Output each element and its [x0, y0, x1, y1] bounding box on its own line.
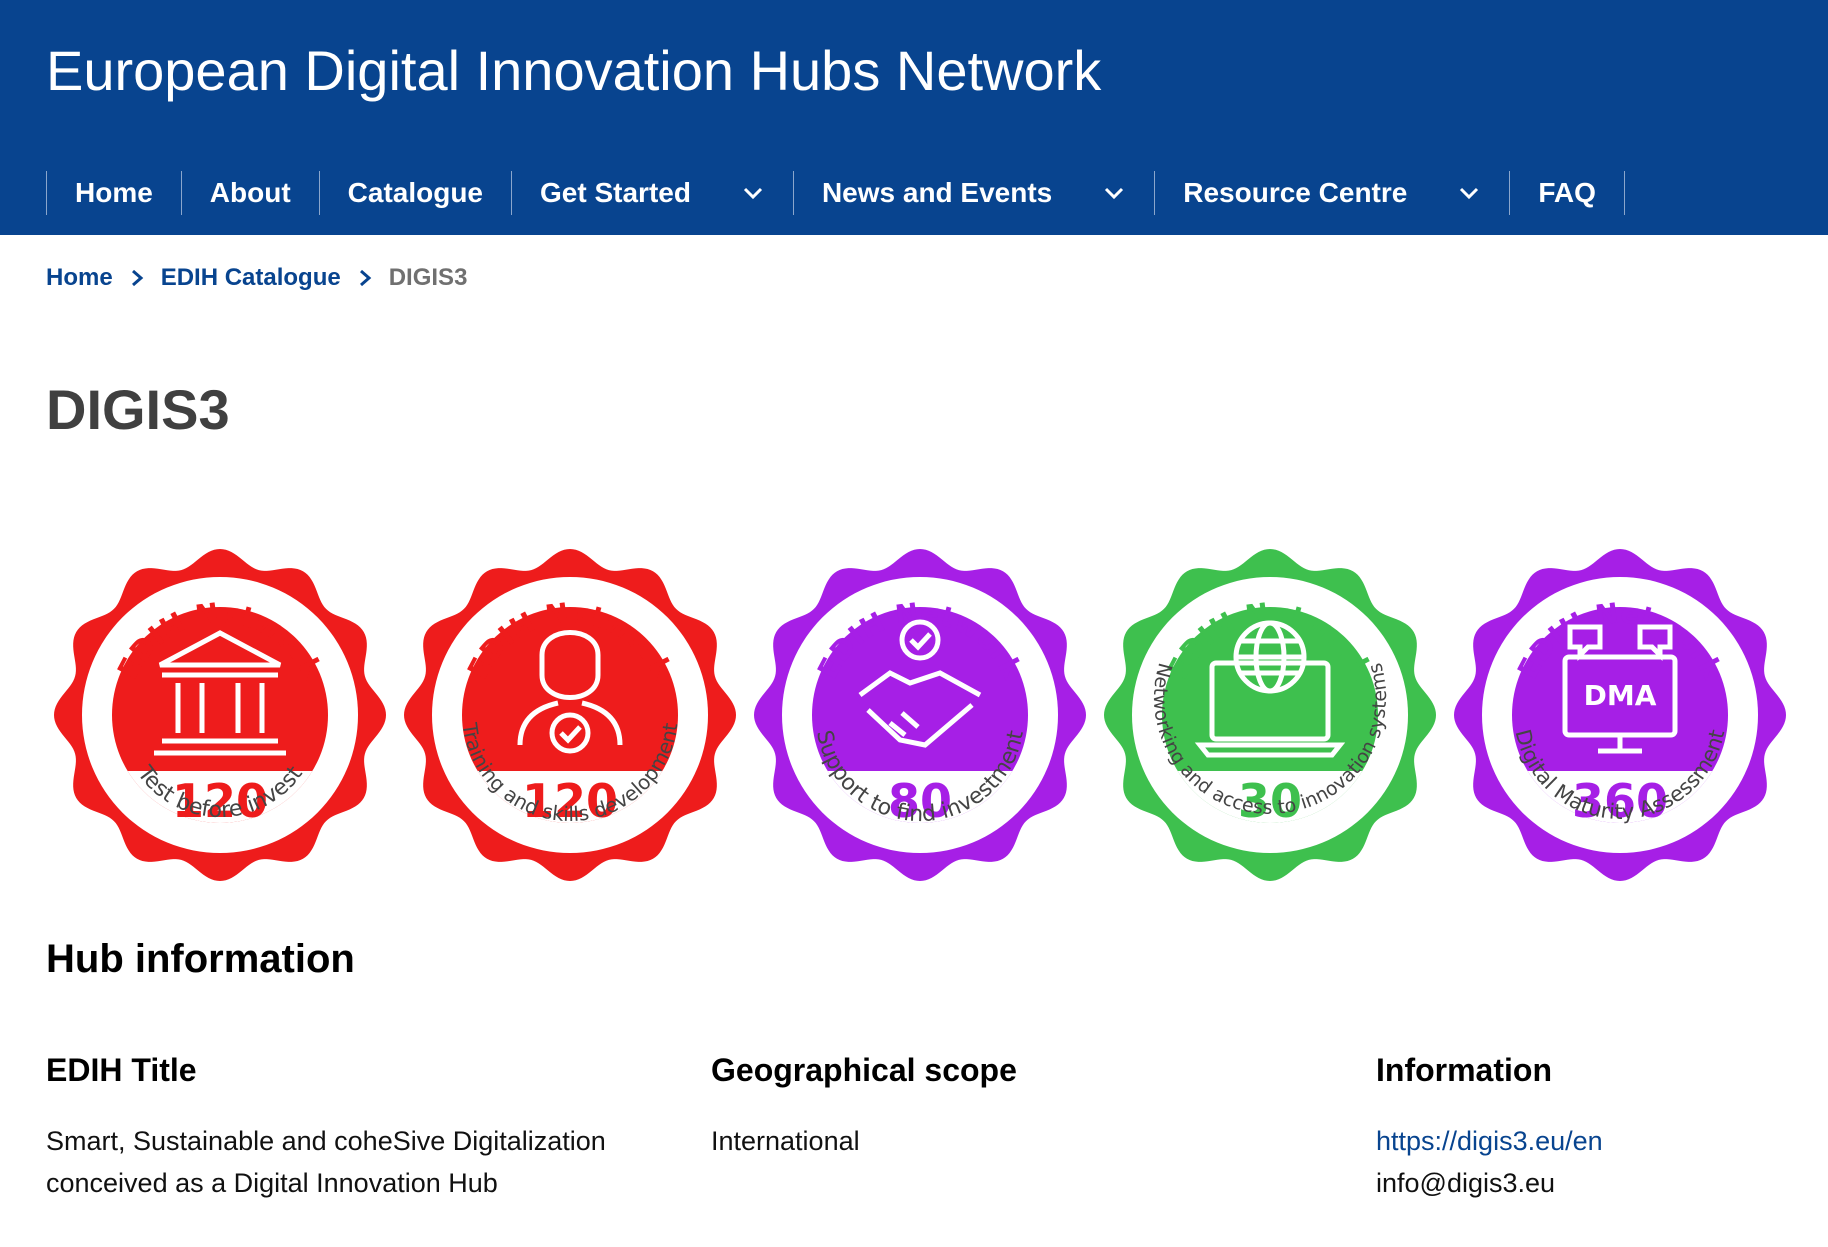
edih-title-block: EDIH Title Smart, Sustainable and coheSi…: [46, 1050, 666, 1204]
nav-label: News and Events: [821, 177, 1053, 208]
edih-title-line: conceived as a Digital Innovation Hub: [46, 1168, 498, 1198]
website-link[interactable]: https://digis3.eu/en: [1376, 1120, 1816, 1162]
site-header: European Digital Innovation Hubs Network…: [0, 0, 1828, 235]
chevron-down-icon[interactable]: [1457, 181, 1481, 205]
chevron-right-icon: [131, 269, 143, 287]
chevron-down-icon[interactable]: [1102, 181, 1126, 205]
hub-info-title: Hub information: [46, 937, 355, 981]
email-text[interactable]: info@digis3.eu: [1376, 1162, 1816, 1204]
breadcrumb-current: DIGIS3: [388, 264, 468, 291]
information-value: https://digis3.eu/en info@digis3.eu: [1376, 1120, 1816, 1204]
service-badges: EDIH Network 120 Test before invest EDIH…: [50, 545, 1790, 890]
chevron-right-icon: [359, 269, 371, 287]
breadcrumb: Home EDIH Catalogue DIGIS3: [46, 262, 467, 294]
nav-item-news-events[interactable]: News and Events: [792, 171, 1154, 215]
edih-title-line: Smart, Sustainable and coheSive Digitali…: [46, 1126, 606, 1156]
geo-scope-block: Geographical scope International: [711, 1050, 1211, 1162]
nav-item-about[interactable]: About: [180, 171, 319, 215]
nav-label: About: [209, 177, 291, 208]
nav-label: Home: [75, 177, 153, 208]
page-title: DIGIS3: [46, 378, 230, 441]
nav-item-catalogue[interactable]: Catalogue: [318, 171, 511, 215]
nav-item-home[interactable]: Home: [46, 171, 181, 215]
edih-title-value: Smart, Sustainable and coheSive Digitali…: [46, 1120, 666, 1204]
geo-scope-value: International: [711, 1126, 860, 1156]
badge-test-before-invest: EDIH Network 120 Test before invest: [54, 549, 386, 881]
nav-item-get-started[interactable]: Get Started: [511, 171, 793, 215]
information-block: Information https://digis3.eu/en info@di…: [1376, 1050, 1816, 1204]
breadcrumb-edih-catalogue[interactable]: EDIH Catalogue: [161, 264, 341, 292]
geo-scope-label: Geographical scope: [711, 1052, 1017, 1088]
site-title[interactable]: European Digital Innovation Hubs Network: [46, 38, 1101, 103]
information-label: Information: [1376, 1052, 1552, 1088]
nav-label: Get Started: [540, 177, 691, 208]
badge-support-investment: EDIH Network 80 Support to find investme…: [754, 549, 1086, 881]
nav-item-faq[interactable]: FAQ: [1509, 171, 1625, 215]
nav-label: Catalogue: [347, 177, 484, 208]
nav-label: FAQ: [1538, 177, 1596, 208]
edih-title-label: EDIH Title: [46, 1052, 197, 1088]
badge-digital-maturity: EDIH Network DMA 360 Digital Maturity As…: [1454, 549, 1786, 881]
dma-label: DMA: [1584, 679, 1657, 712]
main-nav: Home About Catalogue Get Started News an…: [46, 171, 1625, 215]
badge-networking: EDIH Network 30 Networking and access to…: [1104, 549, 1436, 881]
nav-label: Resource Centre: [1183, 177, 1408, 208]
badge-training-skills: EDIH Network 120 Training and skills dev…: [404, 549, 736, 881]
breadcrumb-home[interactable]: Home: [46, 264, 113, 292]
nav-item-resource-centre[interactable]: Resource Centre: [1154, 171, 1509, 215]
chevron-down-icon[interactable]: [741, 181, 765, 205]
